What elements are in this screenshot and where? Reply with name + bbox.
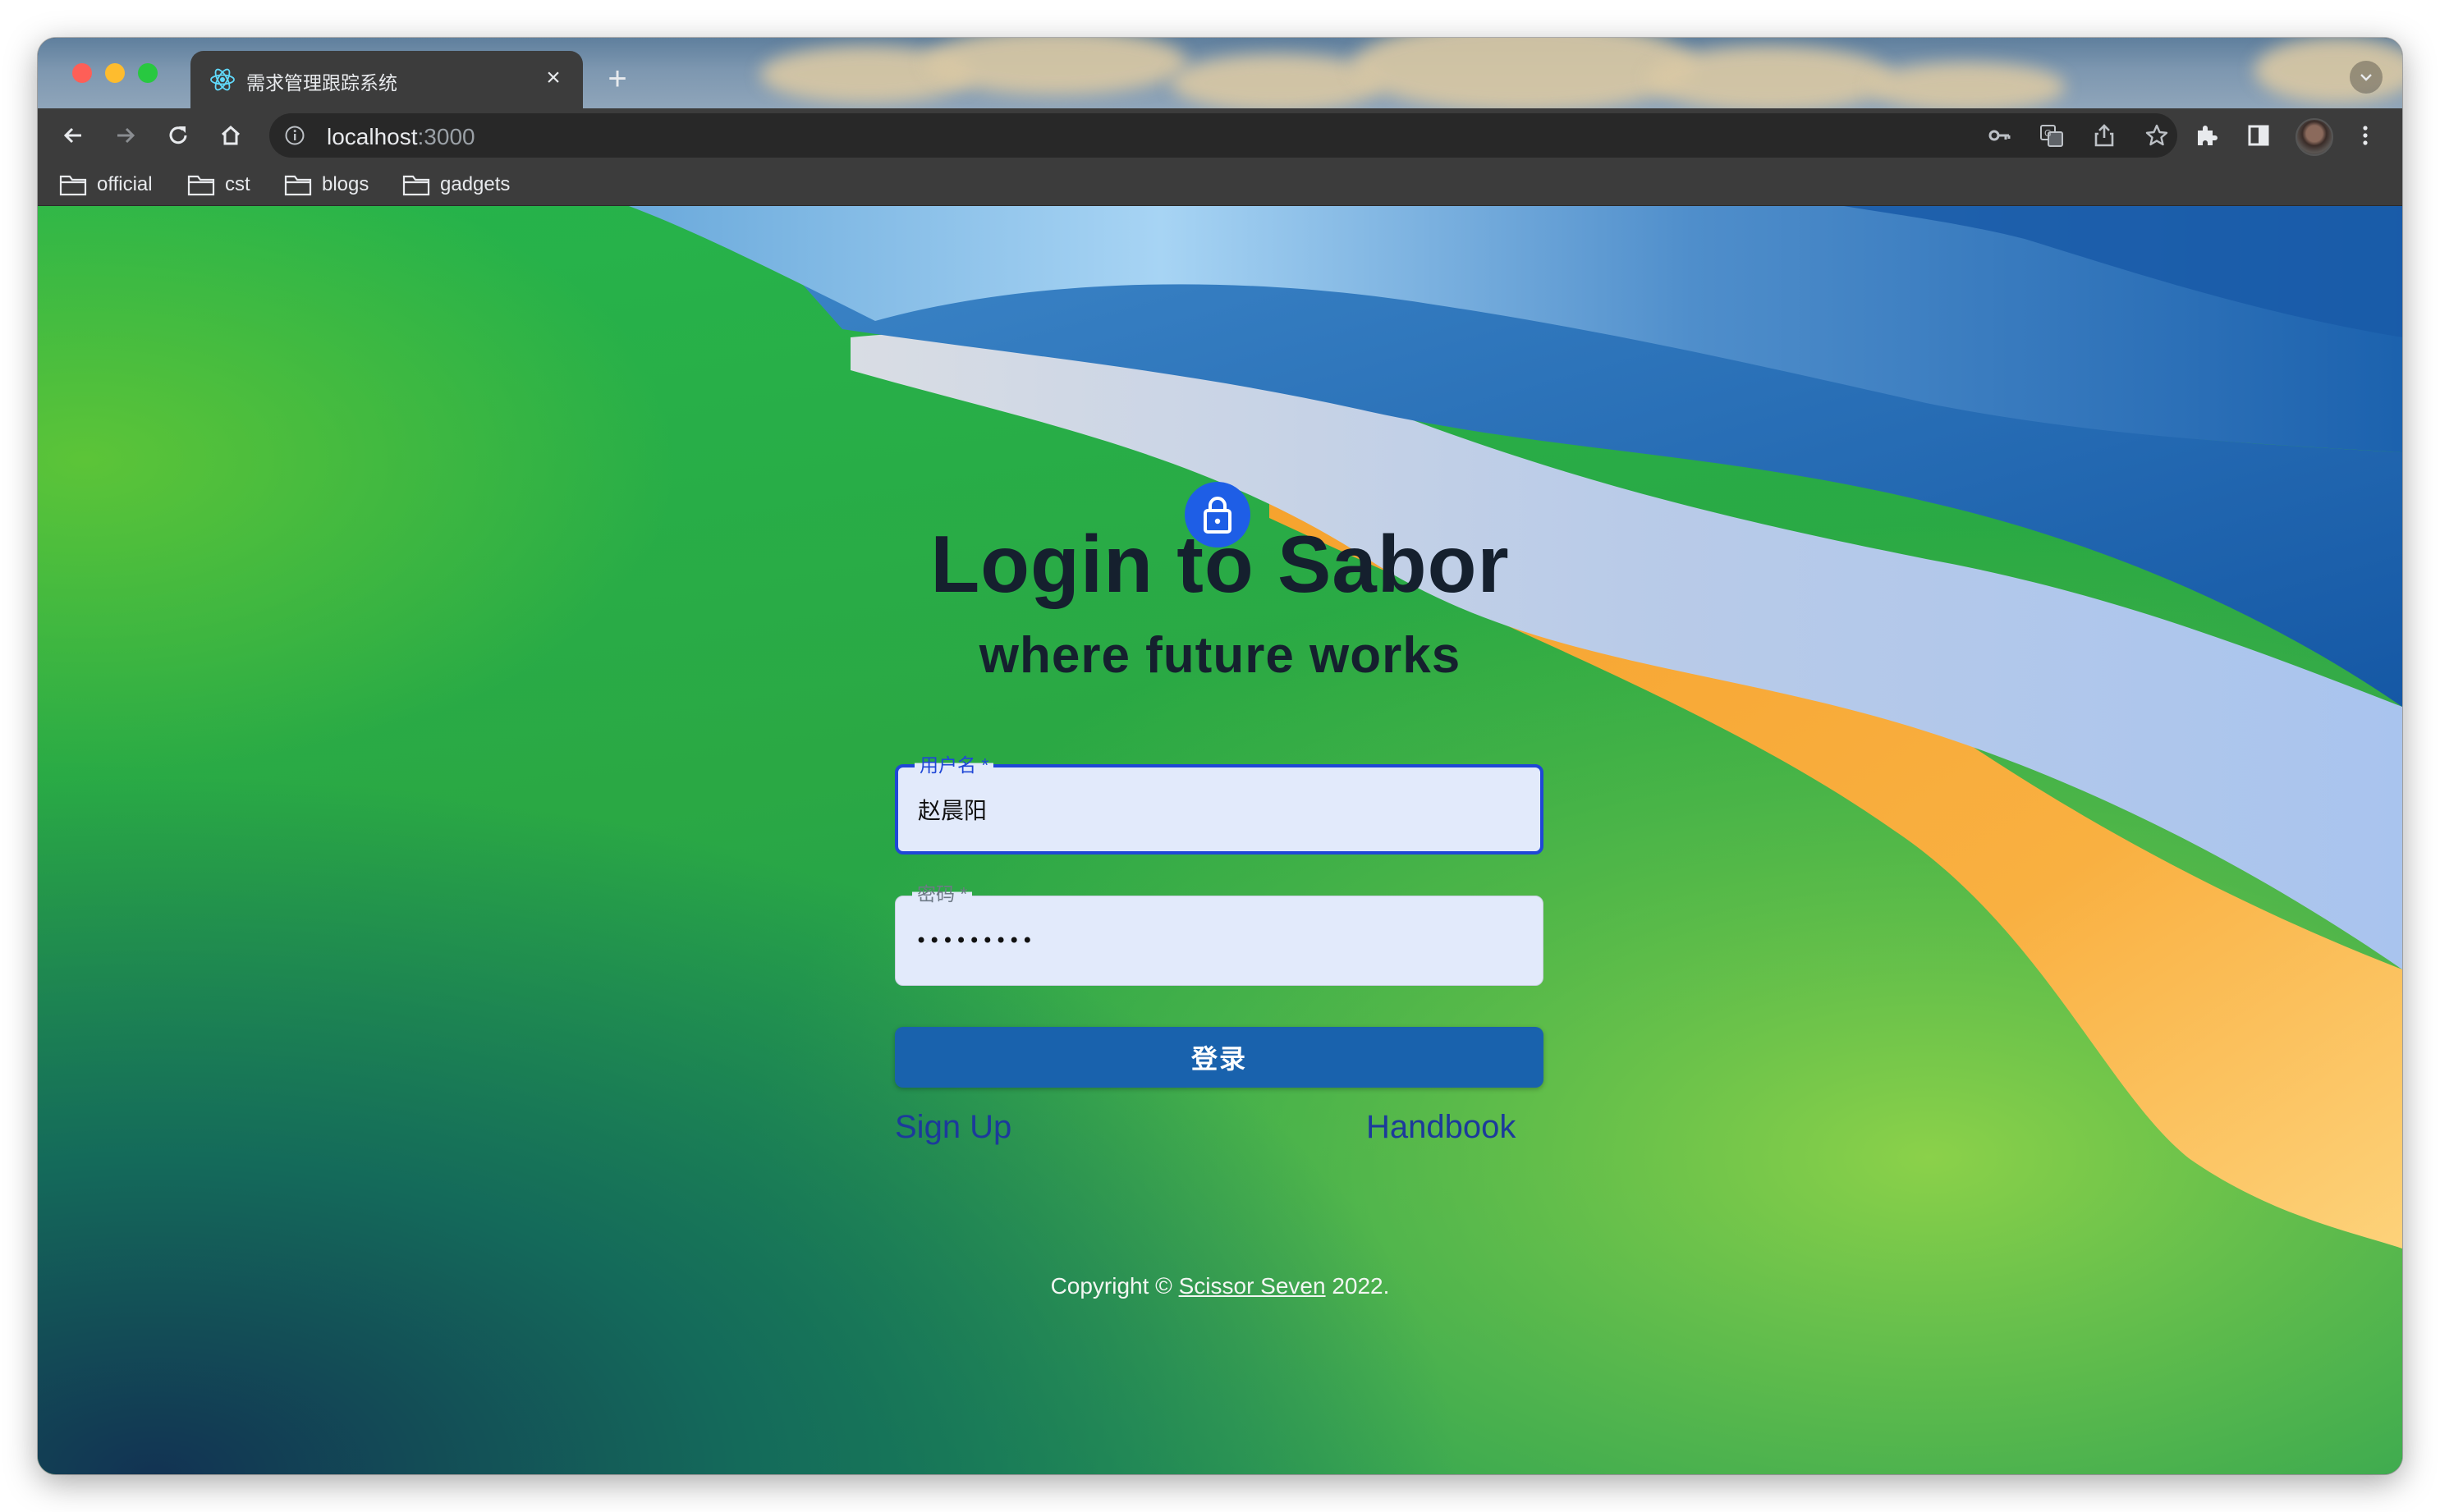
folder-icon [59, 175, 87, 196]
back-button[interactable] [53, 115, 94, 156]
home-icon [221, 125, 241, 145]
handbook-link[interactable]: Handbook [1366, 1109, 1516, 1146]
password-field[interactable]: 密码 * [895, 878, 1543, 986]
bookmark-cst[interactable]: cst [187, 171, 250, 199]
tab-active[interactable]: 需求管理跟踪系统 × [190, 51, 583, 108]
folder-icon [284, 175, 312, 196]
tab-search-button[interactable] [2350, 61, 2383, 94]
profile-avatar[interactable] [2296, 118, 2333, 156]
reload-icon [169, 126, 187, 144]
username-input[interactable] [918, 767, 1517, 851]
svg-text:G: G [2044, 128, 2052, 139]
reload-button[interactable] [158, 115, 199, 156]
toolbar: localhost:3000 G [38, 108, 2402, 163]
bookmark-official[interactable]: official [59, 171, 153, 199]
login-page: Login to Sabor where future works 用户名 * … [38, 206, 2402, 1474]
menu-icon [2363, 126, 2368, 145]
login-button[interactable]: 登录 [895, 1027, 1543, 1088]
share-button[interactable] [2087, 118, 2121, 153]
tab-title: 需求管理跟踪系统 [246, 72, 397, 94]
address-bar[interactable]: localhost:3000 G [269, 113, 2177, 158]
extensions-icon [2198, 126, 2218, 145]
tab-strip: 需求管理跟踪系统 × + [38, 38, 2402, 108]
folder-icon [402, 175, 430, 196]
tab-close-icon[interactable]: × [537, 62, 570, 94]
url-text[interactable]: localhost:3000 [327, 124, 475, 150]
browser-menu-button[interactable] [2348, 118, 2383, 153]
star-icon [2145, 124, 2168, 146]
signup-link[interactable]: Sign Up [895, 1109, 1011, 1146]
back-icon [63, 127, 81, 144]
minimize-window-button[interactable] [105, 63, 125, 83]
sidepanel-icon [2248, 125, 2269, 146]
forward-button[interactable] [105, 115, 146, 156]
bookmarks-bar: official cst blogs gadgets [38, 163, 2402, 206]
password-input[interactable] [915, 896, 1515, 985]
share-icon [2094, 124, 2114, 147]
home-button[interactable] [210, 115, 251, 156]
info-icon[interactable] [284, 125, 305, 146]
username-field[interactable]: 用户名 * [895, 749, 1543, 855]
bookmark-blogs[interactable]: blogs [284, 171, 369, 199]
copyright-footer: Copyright © Scissor Seven 2022. [1050, 1273, 1390, 1299]
folder-icon [187, 175, 215, 196]
bookmark-star-button[interactable] [2140, 118, 2174, 153]
browser-window: 需求管理跟踪系统 × + localhost:3000 G official c… [38, 38, 2402, 1474]
bookmark-gadgets[interactable]: gadgets [402, 171, 510, 199]
forward-icon [117, 127, 135, 144]
key-icon [1988, 130, 2011, 141]
close-window-button[interactable] [72, 63, 92, 83]
copyright-owner-link[interactable]: Scissor Seven [1179, 1273, 1326, 1299]
react-icon [210, 68, 235, 91]
page-title: Login to Sabor [930, 519, 1510, 609]
translate-button[interactable]: G [2034, 118, 2069, 153]
password-button[interactable] [1982, 118, 2016, 153]
new-tab-button[interactable]: + [599, 61, 635, 97]
side-panel-button[interactable] [2241, 118, 2276, 153]
chevron-down-icon [2360, 74, 2372, 81]
translate-icon: G [2040, 125, 2063, 147]
maximize-window-button[interactable] [138, 63, 158, 83]
page-subtitle: where future works [979, 627, 1461, 684]
extensions-button[interactable] [2189, 118, 2223, 153]
